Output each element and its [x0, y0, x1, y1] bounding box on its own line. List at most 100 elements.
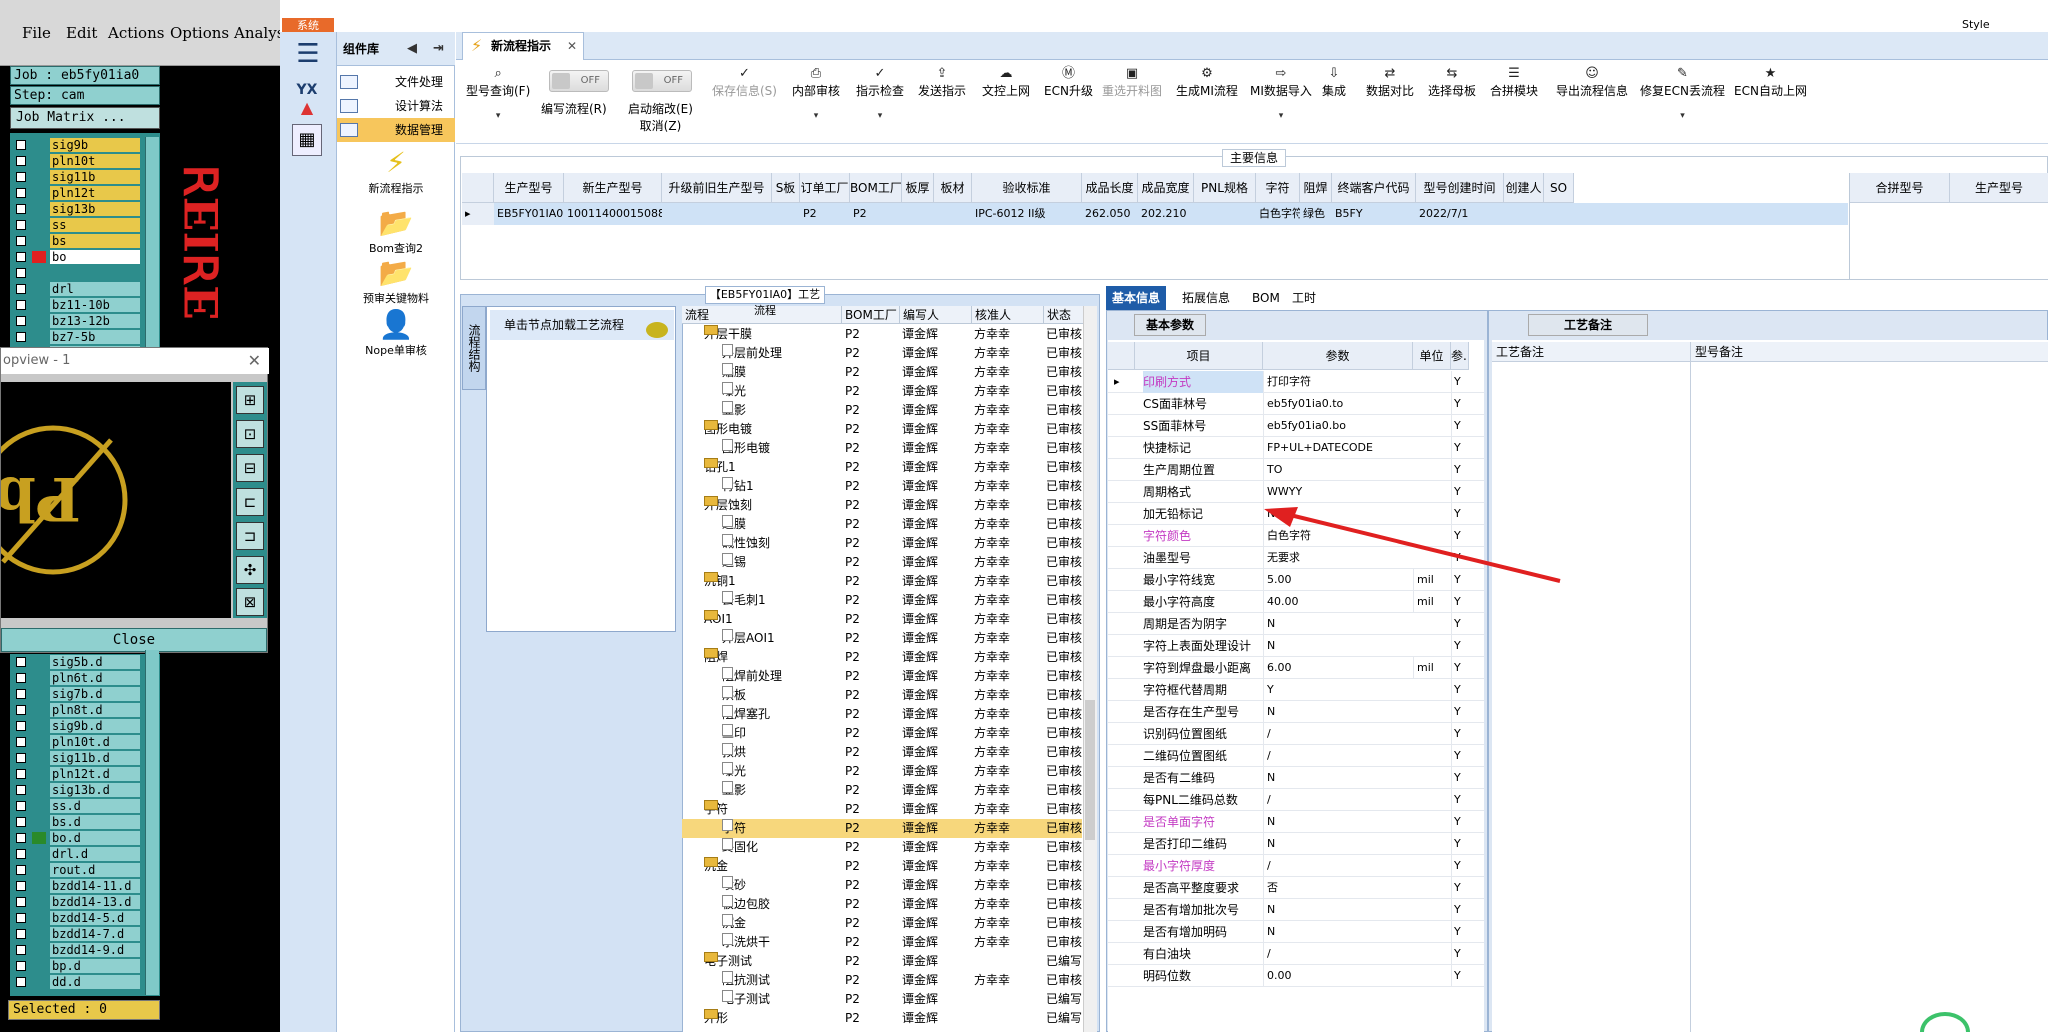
tree-row[interactable]: 丝印 P2 谭金辉 方幸幸 已审核 [682, 724, 1082, 743]
toolbar-button[interactable]: OFF 编写流程(R) [541, 66, 609, 117]
checkbox[interactable] [16, 881, 26, 891]
toolbar-button[interactable]: ⌕ 型号查询(F) ▾ [466, 66, 530, 121]
tree-header[interactable]: BOM工厂 [842, 306, 900, 324]
grid-cell[interactable]: 2022/7/1 [1416, 203, 1504, 225]
param-row[interactable]: 识别码位置图纸 / Y [1108, 723, 1484, 745]
tree-row[interactable]: 喷砂 P2 谭金辉 方幸幸 已审核 [682, 876, 1082, 895]
checkbox[interactable] [16, 689, 26, 699]
toolbar-button[interactable]: ⇩ 集成 [1322, 66, 1346, 99]
row-selector[interactable]: ▸ [462, 203, 494, 225]
param-row[interactable]: 生产周期位置 TO Y [1108, 459, 1484, 481]
layer-row[interactable]: sig13b.d [10, 782, 160, 798]
chevron-down-icon[interactable]: ▾ [1250, 111, 1312, 121]
checkbox[interactable] [16, 300, 26, 310]
param-value[interactable]: 否 [1263, 877, 1413, 899]
grid-header[interactable]: 订单工厂 [800, 173, 850, 203]
param-row[interactable]: 明码位数 0.00 Y [1108, 965, 1484, 987]
param-value[interactable]: 40.00 [1263, 591, 1413, 613]
param-value[interactable]: / [1263, 943, 1413, 965]
grid-cell[interactable] [902, 203, 934, 225]
tab-work-hours[interactable]: 工时 [1286, 286, 1322, 310]
tree-row[interactable]: 沉金 P2 谭金辉 方幸幸 已审核 [682, 914, 1082, 933]
tree-scroll-thumb[interactable] [1085, 700, 1095, 840]
tree-row[interactable]: 阻焊前处理 P2 谭金辉 方幸幸 已审核 [682, 667, 1082, 686]
toolbar-button[interactable]: Ⓜ ECN升级 [1044, 66, 1093, 99]
layer-row[interactable]: bs.d [10, 814, 160, 830]
grid-header[interactable]: 字符 [1256, 173, 1300, 203]
layer-row[interactable]: rout.d [10, 862, 160, 878]
checkbox[interactable] [16, 833, 26, 843]
grid-header[interactable]: 终端客户代码 [1332, 173, 1416, 203]
param-row[interactable]: 是否有二维码 N Y [1108, 767, 1484, 789]
layer-row[interactable]: sig9b [10, 137, 160, 153]
tab-process-notes[interactable]: 工艺备注 [1528, 314, 1648, 336]
tree-row[interactable]: 水洗烘干 P2 谭金辉 方幸幸 已审核 [682, 933, 1082, 952]
tool-icon-6[interactable]: ✣ [236, 556, 264, 584]
layer-row[interactable]: bz11-10b [10, 297, 160, 313]
checkbox[interactable] [16, 721, 26, 731]
tree-row[interactable]: 阻焊塞孔 P2 谭金辉 方幸幸 已审核 [682, 705, 1082, 724]
param-row[interactable]: 有白油块 / Y [1108, 943, 1484, 965]
tab-new-flow[interactable]: ⚡ 新流程指示 ✕ [462, 32, 584, 60]
style-menu[interactable]: Style [1962, 18, 1990, 31]
grid-header[interactable]: 验收标准 [972, 173, 1082, 203]
tab-basic-info[interactable]: 基本信息 [1106, 286, 1167, 310]
param-value[interactable]: N [1263, 635, 1413, 657]
param-value[interactable]: FP+UL+DATECODE [1263, 437, 1413, 459]
grid-header[interactable]: 板材 [934, 173, 972, 203]
layer-row[interactable]: bzdd14-13.d [10, 894, 160, 910]
grid-cell[interactable] [1504, 203, 1544, 225]
toolbar-button[interactable]: ☺ 导出流程信息 [1556, 66, 1628, 99]
tab-basic-params[interactable]: 基本参数 [1134, 314, 1206, 336]
layer-row[interactable]: bp.d [10, 958, 160, 974]
checkbox[interactable] [16, 236, 26, 246]
layer-row[interactable]: sig11b [10, 169, 160, 185]
nav-item-data-management[interactable]: 数据管理 [337, 118, 455, 142]
checkbox[interactable] [16, 284, 26, 294]
chevron-down-icon[interactable]: ▾ [792, 111, 840, 121]
menu-actions[interactable]: Actions [108, 24, 164, 42]
tree-row[interactable]: −外层蚀刻P2 谭金辉 方幸幸 已审核 [682, 496, 1082, 515]
tree-row[interactable]: 显影 P2 谭金辉 方幸幸 已审核 [682, 781, 1082, 800]
tree-row[interactable]: −阻焊P2 谭金辉 方幸幸 已审核 [682, 648, 1082, 667]
toolbar-button[interactable]: ⇆ 选择母板 [1428, 66, 1476, 99]
nav-item-file-processing[interactable]: 文件处理 [337, 70, 455, 94]
param-row[interactable]: 最小字符厚度 / Y [1108, 855, 1484, 877]
layer-row[interactable]: bs [10, 233, 160, 249]
param-row[interactable]: 周期是否为阴字 N Y [1108, 613, 1484, 635]
tree-row[interactable]: 贴膜 P2 谭金辉 方幸幸 已审核 [682, 363, 1082, 382]
checkbox[interactable] [16, 156, 26, 166]
tab-flow-structure[interactable]: 流程结构 [462, 306, 486, 390]
tree-row[interactable]: 外层前处理 P2 谭金辉 方幸幸 已审核 [682, 344, 1082, 363]
toolbar-button[interactable]: ✎ 修复ECN丢流程 ▾ [1640, 66, 1725, 121]
grid-header[interactable]: S板 [772, 173, 800, 203]
tree-row[interactable]: −外形P2 谭金辉 已编写 [682, 1009, 1082, 1028]
param-value[interactable]: / [1263, 855, 1413, 877]
checkbox[interactable] [16, 785, 26, 795]
chevron-down-icon[interactable]: ▾ [856, 111, 904, 121]
param-row[interactable]: 最小字符高度 40.00 mil Y [1108, 591, 1484, 613]
tree-row[interactable]: 外层AOI1 P2 谭金辉 方幸幸 已审核 [682, 629, 1082, 648]
param-row[interactable]: 二维码位置图纸 / Y [1108, 745, 1484, 767]
toolbar-button[interactable]: ⇪ 发送指示 [918, 66, 966, 99]
layer-row[interactable]: pln10t.d [10, 734, 160, 750]
param-value[interactable]: N [1263, 701, 1413, 723]
param-value[interactable]: N [1263, 899, 1413, 921]
grid-cell[interactable]: IPC-6012 II级 [972, 203, 1082, 225]
param-row[interactable]: ▸ 印刷方式 打印字符 Y [1108, 371, 1484, 393]
tree-row[interactable]: −字符P2 谭金辉 方幸幸 已审核 [682, 800, 1082, 819]
toolbar-button[interactable]: ☰ 合拼模块 [1490, 66, 1538, 99]
layer-row[interactable]: pln12t.d [10, 766, 160, 782]
checkbox[interactable] [16, 332, 26, 342]
tree-header[interactable]: 状态 [1044, 306, 1084, 324]
tree-row[interactable]: 预烘 P2 谭金辉 方幸幸 已审核 [682, 743, 1082, 762]
job-matrix-button[interactable]: Job Matrix ... [10, 107, 160, 129]
param-row[interactable]: 是否存在生产型号 N Y [1108, 701, 1484, 723]
yx-logo-icon[interactable]: YX ▲ [290, 82, 324, 118]
tool-new-flow[interactable]: ⚡ 新流程指示 [337, 146, 455, 196]
layer-row[interactable]: bzdd14-9.d [10, 942, 160, 958]
nav-item-design-algorithm[interactable]: 设计算法 [337, 94, 455, 118]
tab-bom[interactable]: BOM [1246, 286, 1286, 310]
checkbox[interactable] [16, 849, 26, 859]
chevron-down-icon[interactable]: ▾ [466, 111, 530, 121]
